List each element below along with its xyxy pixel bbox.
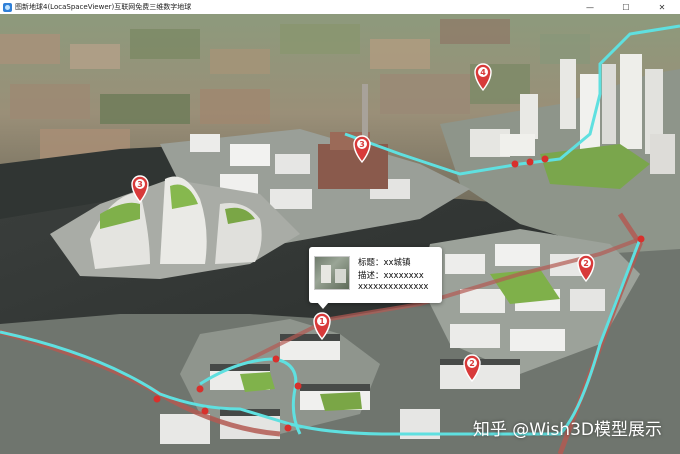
app-globe-icon (3, 2, 12, 12)
minimize-button[interactable]: — (572, 0, 608, 14)
marker-4-label: 4 (480, 68, 486, 77)
3d-city-scene[interactable]: 1 2 2 3 3 4 (0, 14, 680, 454)
close-button[interactable]: ✕ (644, 0, 680, 14)
watermark-text: 知乎 @Wish3D模型展示 (472, 420, 662, 440)
popup-description-cont: xxxxxxxxxxxxxx (358, 282, 429, 292)
popup-title: 标题：xx城镇 (358, 258, 411, 268)
maximize-button[interactable]: ☐ (608, 0, 644, 14)
courtyard-green-3 (320, 392, 362, 411)
marker-3b-label: 3 (359, 140, 365, 149)
app-window: 图新地球4(LocaSpaceViewer)互联网免费三维数字地球 — ☐ ✕ (0, 0, 680, 454)
marker-2b-label: 2 (583, 259, 589, 268)
marker-2a-label: 2 (469, 359, 475, 368)
title-bar[interactable]: 图新地球4(LocaSpaceViewer)互联网免费三维数字地球 — ☐ ✕ (0, 0, 680, 14)
window-controls: — ☐ ✕ (572, 0, 680, 14)
popup-thumbnail (314, 256, 350, 290)
popup-description: 描述：xxxxxxxx (358, 271, 424, 281)
courtyard-green-2 (240, 372, 275, 392)
window-title: 图新地球4(LocaSpaceViewer)互联网免费三维数字地球 (15, 3, 192, 11)
info-popup[interactable]: 标题：xx城镇 描述：xxxxxxxx xxxxxxxxxxxxxx (309, 247, 442, 309)
marker-1-label: 1 (319, 317, 325, 326)
map-viewport[interactable]: 1 2 2 3 3 4 标题：xx城镇 描述：xxxxxxxx xxxxxxxx… (0, 14, 680, 454)
marker-3a-label: 3 (137, 180, 143, 189)
